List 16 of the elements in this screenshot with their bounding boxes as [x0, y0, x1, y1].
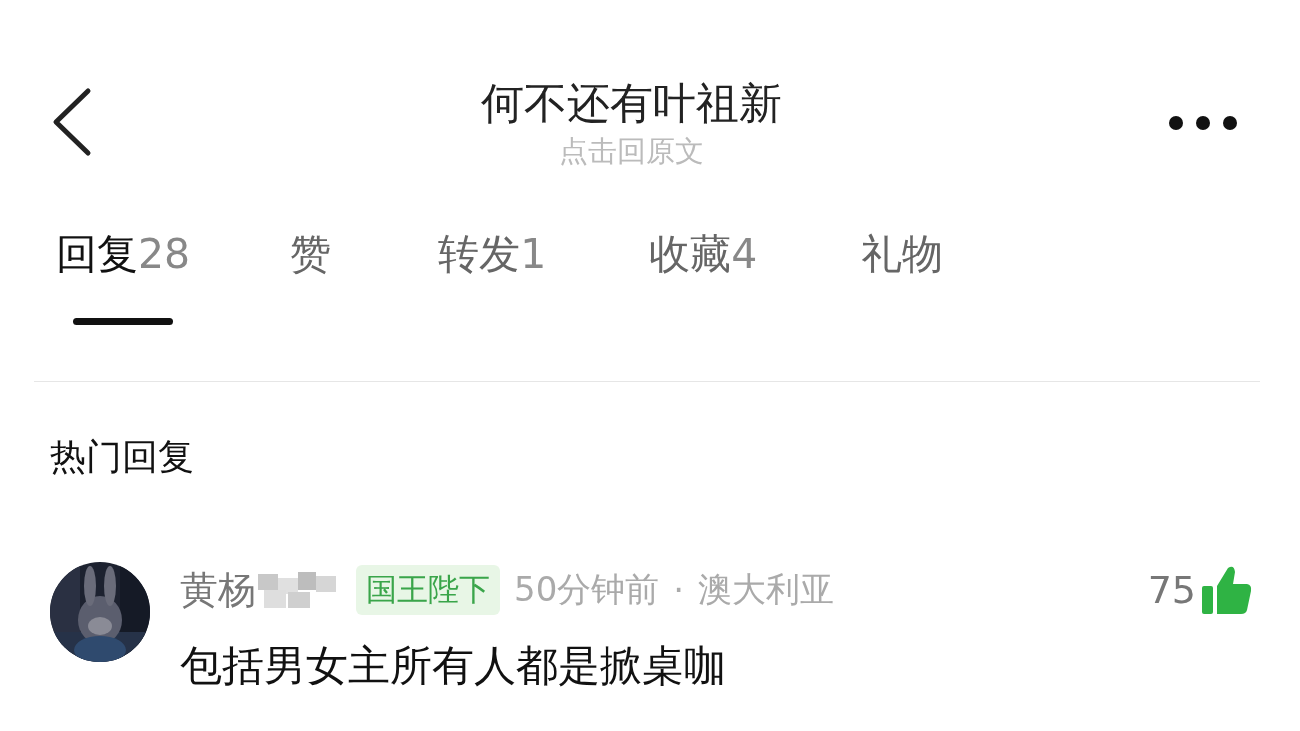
more-icon[interactable]: [1168, 115, 1238, 131]
separator-dot: ·: [673, 570, 685, 610]
thumbs-up-icon[interactable]: [1202, 564, 1252, 616]
comment-time: 50分钟前: [514, 568, 660, 611]
comment-location: 澳大利亚: [698, 568, 835, 611]
post-title: 何不还有叶祖新: [480, 77, 782, 130]
tab[interactable]: 赞: [190, 226, 332, 282]
tab[interactable]: 回复28: [34, 226, 191, 325]
username[interactable]: 黄杨: [180, 564, 256, 616]
user-badge: 国王陛下: [356, 565, 500, 615]
tab[interactable]: 转发1: [331, 226, 547, 282]
section-title: 热门回复: [50, 435, 195, 479]
comment-text: 包括男女主所有人都是掀桌咖: [180, 640, 727, 692]
tab[interactable]: 收藏4: [546, 226, 758, 282]
tab[interactable]: 礼物: [757, 226, 944, 282]
like-count: 75: [1147, 568, 1196, 612]
